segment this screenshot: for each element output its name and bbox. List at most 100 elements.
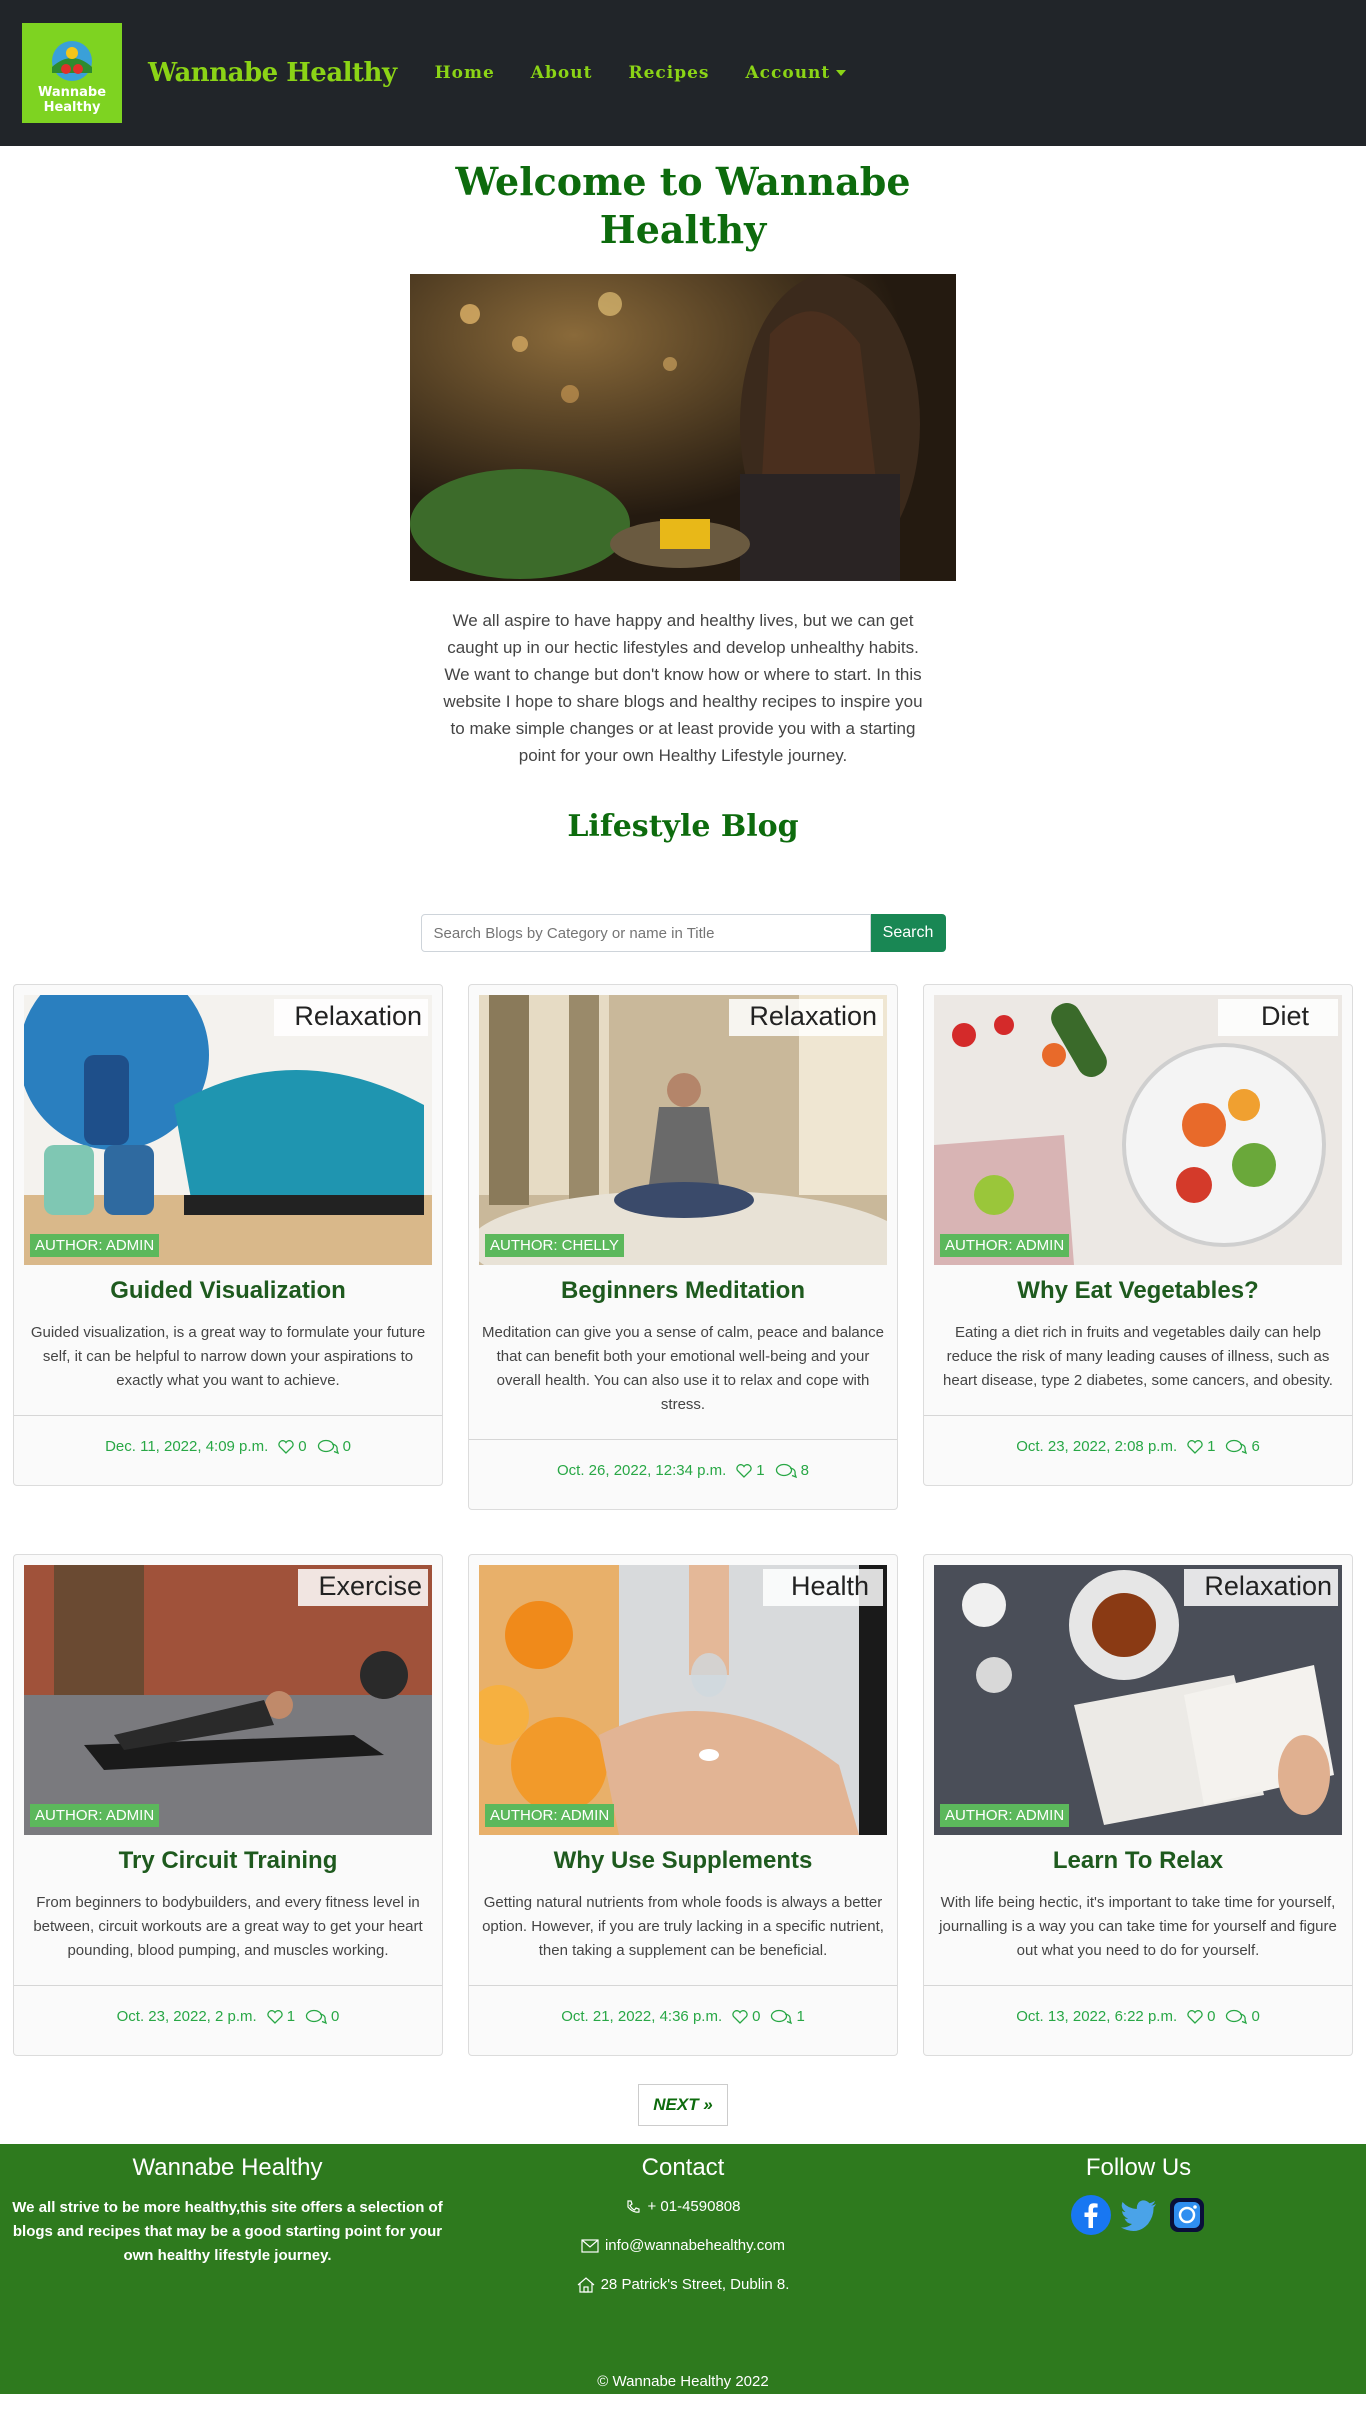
comment-icon[interactable] — [1225, 1439, 1248, 1455]
category-badge: Health — [763, 1569, 883, 1606]
author-badge: AUTHOR: ADMIN — [30, 1804, 160, 1827]
comment-count: 0 — [342, 1438, 351, 1455]
blog-card-footer: Oct. 13, 2022, 6:22 p.m. 0 0 — [924, 1985, 1352, 2055]
blog-heading: Lifestyle Blog — [567, 809, 799, 844]
blog-card-title[interactable]: Guided Visualization — [24, 1277, 432, 1305]
chevron-down-icon — [836, 70, 847, 76]
next-page-button[interactable]: NEXT » — [638, 2084, 728, 2126]
like-count: 1 — [756, 1462, 765, 1479]
search-button[interactable]: Search — [870, 914, 946, 952]
nav-link-account[interactable]: Account — [745, 63, 847, 83]
pagination: NEXT » — [0, 2084, 1366, 2126]
footer-about-title: Wannabe Healthy — [132, 2154, 323, 2181]
category-badge: Relaxation — [274, 999, 428, 1036]
contact-email[interactable]: info@wannabehealthy.com — [455, 2237, 911, 2254]
blog-card-title[interactable]: Why Use Supplements — [479, 1847, 887, 1875]
blog-card-title[interactable]: Beginners Meditation — [479, 1277, 887, 1305]
hero-image — [410, 274, 956, 581]
blog-card-image[interactable]: Health AUTHOR: ADMIN — [479, 1565, 887, 1835]
comment-count: 6 — [1251, 1438, 1260, 1455]
blog-card[interactable]: Diet AUTHOR: ADMIN Why Eat Vegetables? E… — [923, 984, 1353, 1486]
blog-card[interactable]: Relaxation AUTHOR: CHELLY Beginners Medi… — [468, 984, 898, 1510]
twitter-icon[interactable] — [1118, 2194, 1160, 2236]
social-links — [911, 2194, 1366, 2236]
main-content: Welcome to Wannabe Healthy We all aspire… — [0, 158, 1366, 2126]
blog-card-title[interactable]: Try Circuit Training — [24, 1847, 432, 1875]
footer-follow-title: Follow Us — [1085, 2154, 1192, 2181]
nav-link-recipes[interactable]: Recipes — [628, 63, 709, 83]
category-badge: Relaxation — [1184, 1569, 1338, 1606]
blog-card[interactable]: Health AUTHOR: ADMIN Why Use Supplements… — [468, 1554, 898, 2056]
author-badge: AUTHOR: CHELLY — [485, 1234, 624, 1257]
author-badge: AUTHOR: ADMIN — [940, 1234, 1070, 1257]
blog-card-footer: Oct. 23, 2022, 2 p.m. 1 0 — [14, 1985, 442, 2055]
nav-link-about[interactable]: About — [531, 63, 593, 83]
contact-address-text: 28 Patrick's Street, Dublin 8. — [600, 2276, 790, 2293]
category-badge: Exercise — [298, 1569, 428, 1606]
contact-email-text: info@wannabehealthy.com — [604, 2237, 786, 2254]
comment-icon[interactable] — [317, 1439, 339, 1455]
comment-icon[interactable] — [305, 2009, 328, 2025]
heart-icon[interactable] — [732, 2009, 748, 2024]
search-input[interactable] — [420, 914, 871, 952]
comment-icon[interactable] — [775, 1463, 797, 1479]
blog-card-title[interactable]: Learn To Relax — [934, 1847, 1342, 1875]
contact-phone-text: + 01-4590808 — [647, 2198, 741, 2215]
blog-card-footer: Oct. 23, 2022, 2:08 p.m. 1 6 — [924, 1415, 1352, 1485]
comment-count: 8 — [800, 1462, 809, 1479]
footer-about: Wannabe Healthy We all strive to be more… — [0, 2144, 455, 2293]
comment-icon[interactable] — [1225, 2009, 1248, 2025]
copyright: © Wannabe Healthy 2022 — [597, 2373, 769, 2390]
comment-icon[interactable] — [770, 2009, 793, 2025]
facebook-icon[interactable] — [1070, 2194, 1112, 2236]
heart-icon[interactable] — [1187, 2009, 1203, 2024]
footer-social: Follow Us — [911, 2144, 1366, 2293]
footer-about-text: We all strive to be more healthy,this si… — [12, 2199, 443, 2264]
blog-card-title[interactable]: Why Eat Vegetables? — [934, 1277, 1342, 1305]
blog-card-image[interactable]: Relaxation AUTHOR: ADMIN — [934, 1565, 1342, 1835]
blog-card-description: From beginners to bodybuilders, and ever… — [33, 1894, 423, 1959]
post-date: Oct. 23, 2022, 2 p.m. — [116, 2008, 257, 2025]
blog-card[interactable]: Exercise AUTHOR: ADMIN Try Circuit Train… — [13, 1554, 443, 2056]
site-logo[interactable]: Wannabe Healthy — [22, 23, 122, 123]
like-count: 0 — [1207, 2008, 1216, 2025]
nav-link-account-label: Account — [745, 63, 831, 83]
footer-contact: Contact + 01-4590808 info@wannabehealthy… — [455, 2144, 911, 2293]
author-badge: AUTHOR: ADMIN — [940, 1804, 1070, 1827]
blog-card-description: Eating a diet rich in fruits and vegetab… — [943, 1324, 1333, 1389]
category-badge: Diet — [1218, 999, 1338, 1036]
like-count: 0 — [752, 2008, 761, 2025]
brand-name[interactable]: Wannabe Healthy — [148, 58, 397, 88]
intro-text: We all aspire to have happy and healthy … — [443, 611, 923, 765]
heart-icon[interactable] — [1187, 1439, 1203, 1454]
like-count: 1 — [1207, 1438, 1216, 1455]
post-date: Oct. 21, 2022, 4:36 p.m. — [561, 2008, 723, 2025]
logo-text-line2: Healthy — [43, 100, 101, 115]
category-badge: Relaxation — [729, 999, 883, 1036]
page-title: Welcome to Wannabe Healthy — [455, 159, 911, 252]
instagram-icon[interactable] — [1166, 2194, 1208, 2236]
heart-icon[interactable] — [736, 1463, 752, 1478]
author-badge: AUTHOR: ADMIN — [485, 1804, 615, 1827]
navbar: Wannabe Healthy Wannabe Healthy Home Abo… — [0, 0, 1366, 146]
phone-icon — [627, 2199, 641, 2213]
post-date: Oct. 13, 2022, 6:22 p.m. — [1016, 2008, 1178, 2025]
blog-card-image[interactable]: Relaxation AUTHOR: CHELLY — [479, 995, 887, 1265]
blog-card-description: Meditation can give you a sense of calm,… — [482, 1324, 884, 1413]
blog-card-image[interactable]: Exercise AUTHOR: ADMIN — [24, 1565, 432, 1835]
logo-art-icon — [52, 41, 92, 81]
search-form: Search — [0, 914, 1366, 952]
blog-card-description: Getting natural nutrients from whole foo… — [482, 1894, 884, 1959]
site-footer: Wannabe Healthy We all strive to be more… — [0, 2144, 1366, 2394]
post-date: Oct. 23, 2022, 2:08 p.m. — [1016, 1438, 1178, 1455]
blog-card[interactable]: Relaxation AUTHOR: ADMIN Learn To Relax … — [923, 1554, 1353, 2056]
like-count: 0 — [298, 1438, 307, 1455]
contact-phone[interactable]: + 01-4590808 — [455, 2198, 911, 2215]
heart-icon[interactable] — [267, 2009, 283, 2024]
blog-card[interactable]: Relaxation AUTHOR: ADMIN Guided Visualiz… — [13, 984, 443, 1486]
logo-text: Wannabe Healthy — [38, 85, 106, 115]
blog-card-image[interactable]: Relaxation AUTHOR: ADMIN — [24, 995, 432, 1265]
blog-card-image[interactable]: Diet AUTHOR: ADMIN — [934, 995, 1342, 1265]
nav-link-home[interactable]: Home — [435, 63, 495, 83]
heart-icon[interactable] — [278, 1439, 294, 1454]
